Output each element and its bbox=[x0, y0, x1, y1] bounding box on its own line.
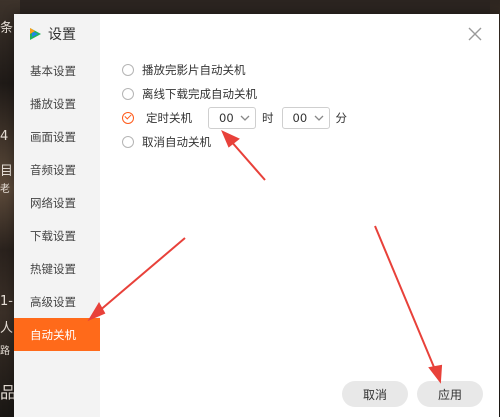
sidebar-item-network[interactable]: 网络设置 bbox=[14, 186, 100, 219]
sidebar-item-hotkeys[interactable]: 热键设置 bbox=[14, 252, 100, 285]
chevron-down-icon bbox=[240, 115, 250, 121]
background-text: 1- bbox=[0, 294, 13, 309]
option-after-download[interactable]: 离线下载完成自动关机 bbox=[122, 82, 355, 106]
option-timed-shutdown[interactable]: 定时关机 00 时 00 分 bbox=[122, 106, 355, 130]
minute-unit: 分 bbox=[335, 111, 348, 125]
sidebar-item-download[interactable]: 下载设置 bbox=[14, 219, 100, 252]
dialog-title: 设置 bbox=[48, 27, 76, 43]
radio-after-playback[interactable] bbox=[122, 64, 134, 76]
close-icon[interactable] bbox=[467, 26, 483, 42]
option-label: 取消自动关机 bbox=[142, 135, 211, 149]
background-text: 路 bbox=[0, 346, 10, 357]
sidebar-item-audio[interactable]: 音频设置 bbox=[14, 153, 100, 186]
option-label: 播放完影片自动关机 bbox=[142, 63, 246, 77]
sidebar-item-picture[interactable]: 画面设置 bbox=[14, 120, 100, 153]
minute-value: 00 bbox=[292, 111, 308, 125]
sidebar-item-basic[interactable]: 基本设置 bbox=[14, 54, 100, 87]
settings-nav: 基本设置 播放设置 画面设置 音频设置 网络设置 下载设置 热键设置 高级设置 … bbox=[14, 54, 100, 351]
sidebar-item-auto-shutdown[interactable]: 自动关机 bbox=[14, 318, 100, 351]
hour-value: 00 bbox=[219, 111, 234, 125]
cancel-button[interactable]: 取消 bbox=[342, 381, 408, 407]
dialog-header: 设置 bbox=[28, 24, 76, 44]
option-after-playback[interactable]: 播放完影片自动关机 bbox=[122, 58, 355, 82]
background-text: 目 bbox=[0, 164, 14, 179]
option-label: 定时关机 bbox=[146, 111, 192, 125]
background-text: 品 bbox=[0, 383, 17, 402]
hour-unit: 时 bbox=[262, 111, 274, 125]
option-label: 离线下载完成自动关机 bbox=[142, 87, 257, 101]
radio-cancel-shutdown[interactable] bbox=[122, 136, 134, 148]
apply-button[interactable]: 应用 bbox=[417, 381, 483, 407]
option-cancel-shutdown[interactable]: 取消自动关机 bbox=[122, 130, 355, 154]
background-text: 老 bbox=[0, 184, 10, 195]
settings-dialog: 设置 基本设置 播放设置 画面设置 音频设置 网络设置 下载设置 热键设置 高级… bbox=[14, 14, 499, 417]
auto-shutdown-panel: 播放完影片自动关机 离线下载完成自动关机 定时关机 00 时 00 分 取消自动… bbox=[122, 58, 355, 154]
play-logo-icon bbox=[30, 28, 41, 40]
background-text: 4 bbox=[0, 129, 9, 144]
chevron-down-icon bbox=[314, 115, 323, 121]
settings-sidebar: 设置 基本设置 播放设置 画面设置 音频设置 网络设置 下载设置 热键设置 高级… bbox=[14, 14, 100, 417]
radio-timed-shutdown[interactable] bbox=[122, 112, 134, 124]
background-text: 人 bbox=[0, 321, 14, 336]
minute-select[interactable]: 00 bbox=[281, 107, 330, 129]
radio-after-download[interactable] bbox=[122, 88, 134, 100]
sidebar-item-advanced[interactable]: 高级设置 bbox=[14, 285, 100, 318]
hour-select[interactable]: 00 bbox=[208, 107, 256, 129]
sidebar-item-playback[interactable]: 播放设置 bbox=[14, 87, 100, 120]
background-text: 条 bbox=[0, 21, 14, 36]
